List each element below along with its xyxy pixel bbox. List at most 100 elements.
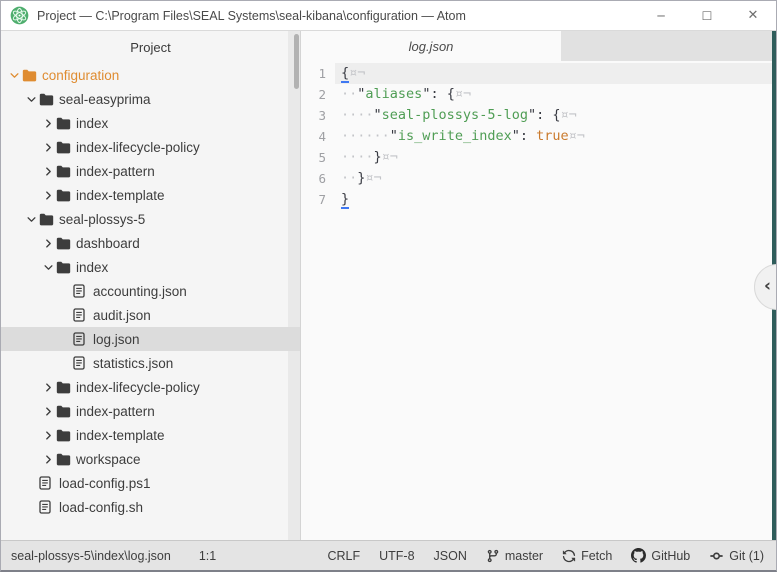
status-item-github[interactable]: GitHub xyxy=(631,548,690,563)
status-bar: seal-plossys-5\index\log.json 1:1 CRLF UT… xyxy=(1,540,776,570)
status-cursor-position[interactable]: 1:1 xyxy=(199,549,216,563)
tree-item-index-template[interactable]: index-template xyxy=(1,183,300,207)
tree-item-accounting.json[interactable]: accounting.json xyxy=(1,279,300,303)
code-line-7[interactable]: 7} xyxy=(301,189,776,210)
tree-item-label: statistics.json xyxy=(93,355,174,371)
atom-window: Project — C:\Program Files\SEAL Systems\… xyxy=(0,0,777,572)
tree-item-statistics.json[interactable]: statistics.json xyxy=(1,351,300,375)
chevron-right-icon[interactable] xyxy=(41,236,56,250)
tree-item-label: configuration xyxy=(42,67,120,83)
punctuation-token: } xyxy=(373,149,382,165)
invisible-char-token: ¤¬ xyxy=(560,107,577,123)
status-item-crlf[interactable]: CRLF xyxy=(327,549,360,563)
tree-item-index-pattern[interactable]: index-pattern xyxy=(1,159,300,183)
tree-item-index-lifecycle-policy[interactable]: index-lifecycle-policy xyxy=(1,375,300,399)
editor-pane: log.json 1 {¤¬ 2 ··"aliases": {¤¬ 3 ····"seal… xyxy=(301,31,776,540)
status-item-git-1[interactable]: Git (1) xyxy=(709,549,764,563)
tree-item-label: index-pattern xyxy=(76,403,155,419)
tree-item-load-config.ps1[interactable]: load-config.ps1 xyxy=(1,471,300,495)
close-button[interactable]: ✕ xyxy=(730,1,776,30)
code-line-1[interactable]: 1 {¤¬ xyxy=(301,63,776,84)
code-editor[interactable]: 1 {¤¬ 2 ··"aliases": {¤¬ 3 ····"seal-plossys-… xyxy=(301,61,776,540)
git-branch-icon xyxy=(486,549,500,563)
invisible-char-token: ···· xyxy=(341,107,374,123)
tab-log-json[interactable]: log.json xyxy=(301,31,561,61)
tree-item-label: load-config.ps1 xyxy=(59,475,151,491)
line-number: 1 xyxy=(318,66,326,81)
tree-scrollbar-thumb[interactable] xyxy=(294,34,299,89)
folder-icon xyxy=(56,237,75,250)
status-item-label: master xyxy=(504,548,544,563)
status-item-fetch[interactable]: Fetch xyxy=(562,549,612,563)
tree-item-index[interactable]: index xyxy=(1,111,300,135)
punctuation-token: " xyxy=(389,128,398,144)
tree-item-label: index-template xyxy=(76,187,165,203)
tree-item-label: seal-plossys-5 xyxy=(59,211,146,227)
code-line-3[interactable]: 3 ····"seal-plossys-5-log": {¤¬ xyxy=(301,105,776,126)
code-text: ······"is_write_index": true¤¬ xyxy=(335,126,776,147)
status-item-label: CRLF xyxy=(327,548,361,563)
tree-item-seal-easyprima[interactable]: seal-easyprima xyxy=(1,87,300,111)
status-item-utf-8[interactable]: UTF-8 xyxy=(379,549,414,563)
file-icon xyxy=(73,356,92,370)
code-line-2[interactable]: 2 ··"aliases": {¤¬ xyxy=(301,84,776,105)
tree-item-dashboard[interactable]: dashboard xyxy=(1,231,300,255)
tree-item-label: index-lifecycle-policy xyxy=(76,139,200,155)
constant-token: true xyxy=(536,128,569,144)
chevron-right-icon[interactable] xyxy=(41,404,56,418)
tree-item-configuration[interactable]: configuration xyxy=(1,63,300,87)
chevron-right-icon[interactable] xyxy=(41,452,56,466)
status-item-json[interactable]: JSON xyxy=(434,549,467,563)
chevron-left-icon: ‹ xyxy=(764,276,772,297)
folder-icon xyxy=(22,69,41,82)
folder-icon xyxy=(56,405,75,418)
code-line-6[interactable]: 6 ··}¤¬ xyxy=(301,168,776,189)
tree-item-label: index-template xyxy=(76,427,165,443)
tree-item-index-lifecycle-policy[interactable]: index-lifecycle-policy xyxy=(1,135,300,159)
tree-item-label: index xyxy=(76,115,109,131)
chevron-right-icon[interactable] xyxy=(41,164,56,178)
folder-icon xyxy=(39,93,58,106)
chevron-right-icon[interactable] xyxy=(41,140,56,154)
code-text: } xyxy=(335,189,776,210)
chevron-right-icon[interactable] xyxy=(41,188,56,202)
window-controls: ─ ☐ ✕ xyxy=(638,1,776,30)
code-line-5[interactable]: 5 ····}¤¬ xyxy=(301,147,776,168)
status-item-label: GitHub xyxy=(651,548,691,563)
chevron-down-icon[interactable] xyxy=(24,212,39,226)
status-file-path[interactable]: seal-plossys-5\index\log.json xyxy=(11,549,171,563)
punctuation-token: " xyxy=(373,107,382,123)
tree-item-load-config.sh[interactable]: load-config.sh xyxy=(1,495,300,519)
tree-item-log.json[interactable]: log.json xyxy=(1,327,300,351)
code-line-4[interactable]: 4 ······"is_write_index": true¤¬ xyxy=(301,126,776,147)
invisible-char-token: ·· xyxy=(341,170,358,186)
chevron-right-icon[interactable] xyxy=(41,380,56,394)
chevron-right-icon[interactable] xyxy=(41,428,56,442)
chevron-right-icon[interactable] xyxy=(41,116,56,130)
minimize-button[interactable]: ─ xyxy=(638,1,684,30)
tree-list: configuration seal-easyprima index index-li… xyxy=(1,63,300,519)
chevron-down-icon[interactable] xyxy=(41,260,56,274)
tree-item-label: index-lifecycle-policy xyxy=(76,379,200,395)
maximize-button[interactable]: ☐ xyxy=(684,1,730,30)
line-number: 5 xyxy=(318,150,326,165)
chevron-down-icon[interactable] xyxy=(24,92,39,106)
status-item-label: Fetch xyxy=(581,548,613,563)
tree-item-index[interactable]: index xyxy=(1,255,300,279)
tree-item-index-pattern[interactable]: index-pattern xyxy=(1,399,300,423)
tree-item-audit.json[interactable]: audit.json xyxy=(1,303,300,327)
tree-item-workspace[interactable]: workspace xyxy=(1,447,300,471)
punctuation-token: ": { xyxy=(527,107,561,123)
tree-view-panel: Project configuration seal-easyprima index… xyxy=(1,31,301,540)
code-text: ··"aliases": {¤¬ xyxy=(335,84,776,105)
punctuation-token: ": xyxy=(511,128,537,144)
chevron-down-icon[interactable] xyxy=(7,68,22,82)
tree-item-index-template[interactable]: index-template xyxy=(1,423,300,447)
line-number: 2 xyxy=(318,87,326,102)
tree-item-seal-plossys-5[interactable]: seal-plossys-5 xyxy=(1,207,300,231)
status-right-items: CRLF UTF-8 JSON master Fetch GitHub Git (1) xyxy=(327,548,766,563)
status-item-master[interactable]: master xyxy=(486,549,543,563)
